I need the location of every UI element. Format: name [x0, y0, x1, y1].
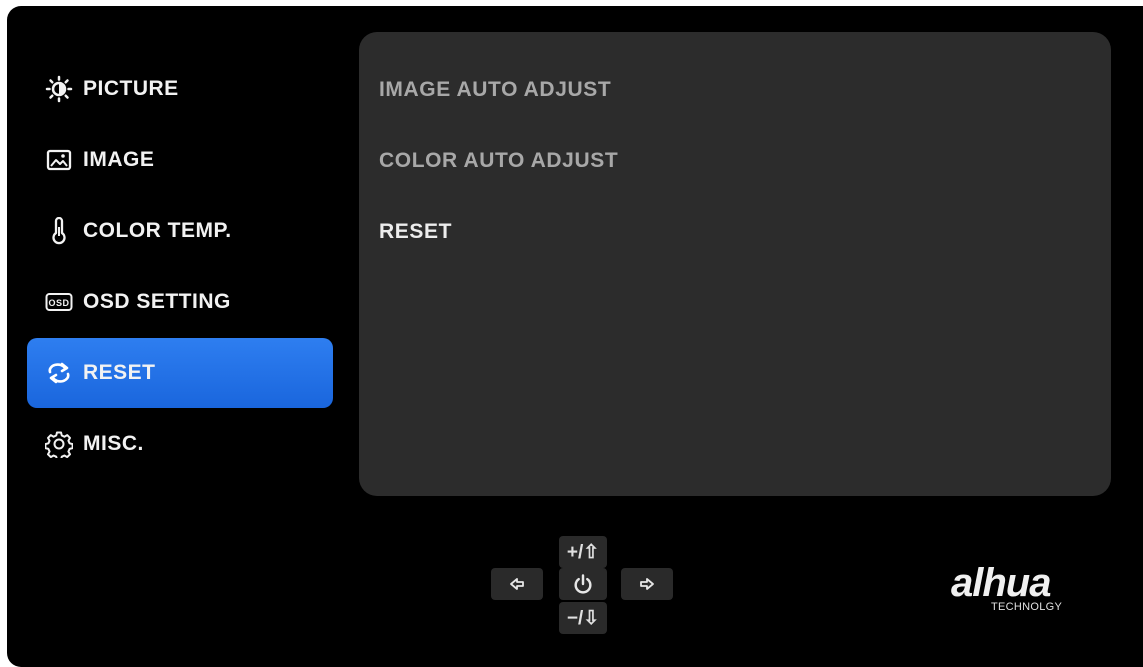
sidebar-item-label: PICTURE	[83, 77, 179, 100]
submenu-panel: IMAGE AUTO ADJUST COLOR AUTO ADJUST RESE…	[359, 32, 1111, 496]
up-plus-key[interactable]: +/⇧	[559, 536, 607, 568]
power-key[interactable]	[559, 568, 607, 600]
enter-key[interactable]	[621, 568, 673, 600]
osd-icon: OSD	[43, 286, 75, 318]
refresh-icon	[43, 357, 75, 389]
logo-subtitle: TECHNOLGY	[991, 601, 1063, 613]
brightness-icon	[43, 73, 75, 105]
sidebar-item-reset[interactable]: RESET	[27, 338, 333, 408]
logo-wordmark: alhua	[951, 561, 1051, 605]
thermometer-icon	[43, 215, 75, 247]
sidebar-item-label: OSD SETTING	[83, 290, 231, 313]
sidebar-item-image[interactable]: IMAGE	[27, 125, 333, 195]
sidebar-item-picture[interactable]: PICTURE	[27, 54, 333, 124]
sidebar-item-label: COLOR TEMP.	[83, 219, 232, 242]
sidebar-item-color-temp[interactable]: COLOR TEMP.	[27, 196, 333, 266]
menu-option-reset[interactable]: RESET	[379, 220, 452, 244]
enter-icon	[638, 575, 656, 593]
exit-key[interactable]	[491, 568, 543, 600]
down-minus-key[interactable]: −/⇩	[559, 602, 607, 634]
brand-logo: alhua TECHNOLGY	[951, 563, 1101, 623]
gear-icon	[43, 428, 75, 460]
menu-option-color-auto-adjust[interactable]: COLOR AUTO ADJUST	[379, 149, 618, 173]
sidebar-item-label: IMAGE	[83, 148, 155, 171]
svg-text:OSD: OSD	[48, 298, 69, 308]
sidebar-item-label: RESET	[83, 361, 156, 384]
exit-icon	[508, 575, 526, 593]
sidebar-item-osd-setting[interactable]: OSD OSD SETTING	[27, 267, 333, 337]
osd-screen: PICTURE IMAGE COLOR TEMP. OSD OSD SETTIN…	[7, 6, 1143, 667]
image-icon	[43, 144, 75, 176]
menu-option-image-auto-adjust[interactable]: IMAGE AUTO ADJUST	[379, 78, 611, 102]
sidebar-item-misc[interactable]: MISC.	[27, 409, 333, 479]
sidebar-item-label: MISC.	[83, 432, 144, 455]
power-icon	[572, 573, 594, 595]
